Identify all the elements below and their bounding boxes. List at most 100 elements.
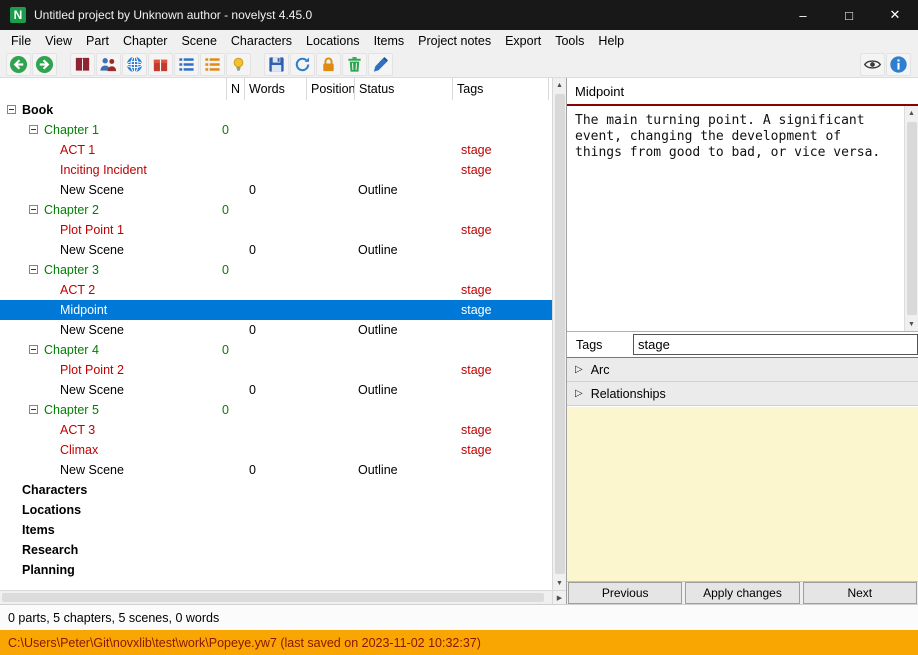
scene-description-box[interactable]: The main turning point. A significant ev…	[567, 106, 918, 332]
tree-row[interactable]: New Scene 0 Outline	[0, 380, 552, 400]
menu-export[interactable]: Export	[498, 30, 548, 52]
toggle-properties-icon[interactable]	[860, 53, 885, 76]
menu-bar: File View Part Chapter Scene Characters Locati…	[0, 30, 918, 52]
scroll-up-icon[interactable]: ▲	[905, 106, 918, 120]
previous-button[interactable]: Previous	[568, 582, 683, 604]
tags-input[interactable]	[633, 334, 918, 355]
tree-row[interactable]: Items	[0, 520, 552, 540]
collapse-arrow-icon[interactable]: ▷	[575, 364, 583, 375]
tree-row[interactable]: ACT 1 stage	[0, 140, 552, 160]
status-cell: Outline	[358, 383, 398, 397]
close-button[interactable]: ✕	[872, 0, 918, 30]
info-icon[interactable]	[886, 53, 911, 76]
tree-row[interactable]: ACT 2 stage	[0, 280, 552, 300]
expander-icon[interactable]	[29, 405, 38, 414]
go-back-icon[interactable]	[6, 53, 31, 76]
section-arc[interactable]: ▷ Arc	[567, 358, 918, 382]
expander-icon[interactable]	[7, 105, 16, 114]
tree-row[interactable]: Planning	[0, 560, 552, 580]
next-button[interactable]: Next	[802, 582, 917, 604]
menu-view[interactable]: View	[38, 30, 79, 52]
tree-row[interactable]: Plot Point 1 stage	[0, 220, 552, 240]
tree-horizontal-scrollbar[interactable]	[0, 590, 552, 604]
scroll-up-icon[interactable]: ▲	[553, 78, 567, 92]
collapse-arrow-icon[interactable]: ▷	[575, 388, 583, 399]
tree-row[interactable]: Chapter 2 0	[0, 200, 552, 220]
tree-row[interactable]: Locations	[0, 500, 552, 520]
column-header-n[interactable]: N	[226, 78, 244, 100]
trash-icon[interactable]	[342, 53, 367, 76]
project-notes-icon[interactable]	[226, 53, 251, 76]
menu-items[interactable]: Items	[367, 30, 412, 52]
scrollbar-track[interactable]	[905, 120, 918, 317]
tree-row[interactable]: Book	[0, 100, 552, 120]
tree-row[interactable]: Plot Point 2 stage	[0, 360, 552, 380]
menu-part[interactable]: Part	[79, 30, 116, 52]
scroll-down-icon[interactable]: ▼	[905, 317, 918, 331]
menu-project-notes[interactable]: Project notes	[411, 30, 498, 52]
tree-vertical-scrollbar[interactable]: ▲ ▼	[552, 78, 566, 590]
refresh-icon[interactable]	[290, 53, 315, 76]
app-logo-icon: N	[10, 7, 26, 23]
maximize-button[interactable]: □	[826, 0, 872, 30]
apply-changes-button[interactable]: Apply changes	[685, 582, 800, 604]
menu-help[interactable]: Help	[591, 30, 631, 52]
tree-row[interactable]: Inciting Incident stage	[0, 160, 552, 180]
notes-textarea[interactable]	[567, 406, 918, 582]
project-path-text: C:\Users\Peter\Git\novxlib\test\work\Pop…	[8, 635, 481, 650]
scroll-down-icon[interactable]: ▼	[553, 576, 567, 590]
scrollbar-track[interactable]	[553, 92, 567, 576]
scene-list-icon[interactable]	[174, 53, 199, 76]
book-icon[interactable]	[70, 53, 95, 76]
section-relationships[interactable]: ▷ Relationships	[567, 382, 918, 406]
tree-row[interactable]: New Scene 0 Outline	[0, 460, 552, 480]
expander-icon[interactable]	[29, 125, 38, 134]
scrollbar-thumb[interactable]	[554, 94, 565, 574]
tree-row-label: Chapter 5	[44, 403, 99, 417]
tree-row[interactable]: New Scene 0 Outline	[0, 320, 552, 340]
scroll-right-icon[interactable]: ▶	[552, 590, 566, 604]
column-header-tags[interactable]: Tags	[452, 78, 549, 100]
menu-chapter[interactable]: Chapter	[116, 30, 174, 52]
menu-file[interactable]: File	[4, 30, 38, 52]
go-forward-icon[interactable]	[32, 53, 57, 76]
characters-icon[interactable]	[96, 53, 121, 76]
tree-row[interactable]: Midpoint stage	[0, 300, 552, 320]
status-cell: Outline	[358, 183, 398, 197]
column-header-status[interactable]: Status	[354, 78, 452, 100]
locations-icon[interactable]	[122, 53, 147, 76]
tree-row-label: ACT 3	[60, 423, 96, 437]
menu-locations[interactable]: Locations	[299, 30, 367, 52]
edit-icon[interactable]	[368, 53, 393, 76]
menu-tools[interactable]: Tools	[548, 30, 591, 52]
description-scrollbar[interactable]: ▲ ▼	[904, 106, 918, 331]
tree-row[interactable]: Chapter 3 0	[0, 260, 552, 280]
scrollbar-thumb[interactable]	[906, 122, 917, 315]
menu-characters[interactable]: Characters	[224, 30, 299, 52]
expander-icon[interactable]	[29, 205, 38, 214]
tree-row[interactable]: Chapter 4 0	[0, 340, 552, 360]
column-header-position[interactable]: Position	[306, 78, 355, 100]
lock-icon[interactable]	[316, 53, 341, 76]
plot-list-icon[interactable]	[200, 53, 225, 76]
scene-description-text[interactable]: The main turning point. A significant ev…	[567, 106, 893, 168]
tree-row[interactable]: Chapter 5 0	[0, 400, 552, 420]
tree-row[interactable]: New Scene 0 Outline	[0, 180, 552, 200]
tree-row[interactable]: Research	[0, 540, 552, 560]
save-icon[interactable]	[264, 53, 289, 76]
column-header-words[interactable]: Words	[244, 78, 306, 100]
minimize-button[interactable]: –	[780, 0, 826, 30]
scrollbar-thumb[interactable]	[2, 593, 544, 602]
tree-row[interactable]: ACT 3 stage	[0, 420, 552, 440]
section-arc-label: Arc	[590, 362, 610, 377]
items-icon[interactable]	[148, 53, 173, 76]
tree-row[interactable]: Chapter 1 0	[0, 120, 552, 140]
menu-scene[interactable]: Scene	[174, 30, 223, 52]
tags-label: Tags	[576, 338, 603, 352]
tree-row[interactable]: Climax stage	[0, 440, 552, 460]
tree-row[interactable]: New Scene 0 Outline	[0, 240, 552, 260]
expander-icon[interactable]	[29, 345, 38, 354]
expander-icon[interactable]	[29, 265, 38, 274]
tree-row[interactable]: Characters	[0, 480, 552, 500]
status-cell: Outline	[358, 323, 398, 337]
